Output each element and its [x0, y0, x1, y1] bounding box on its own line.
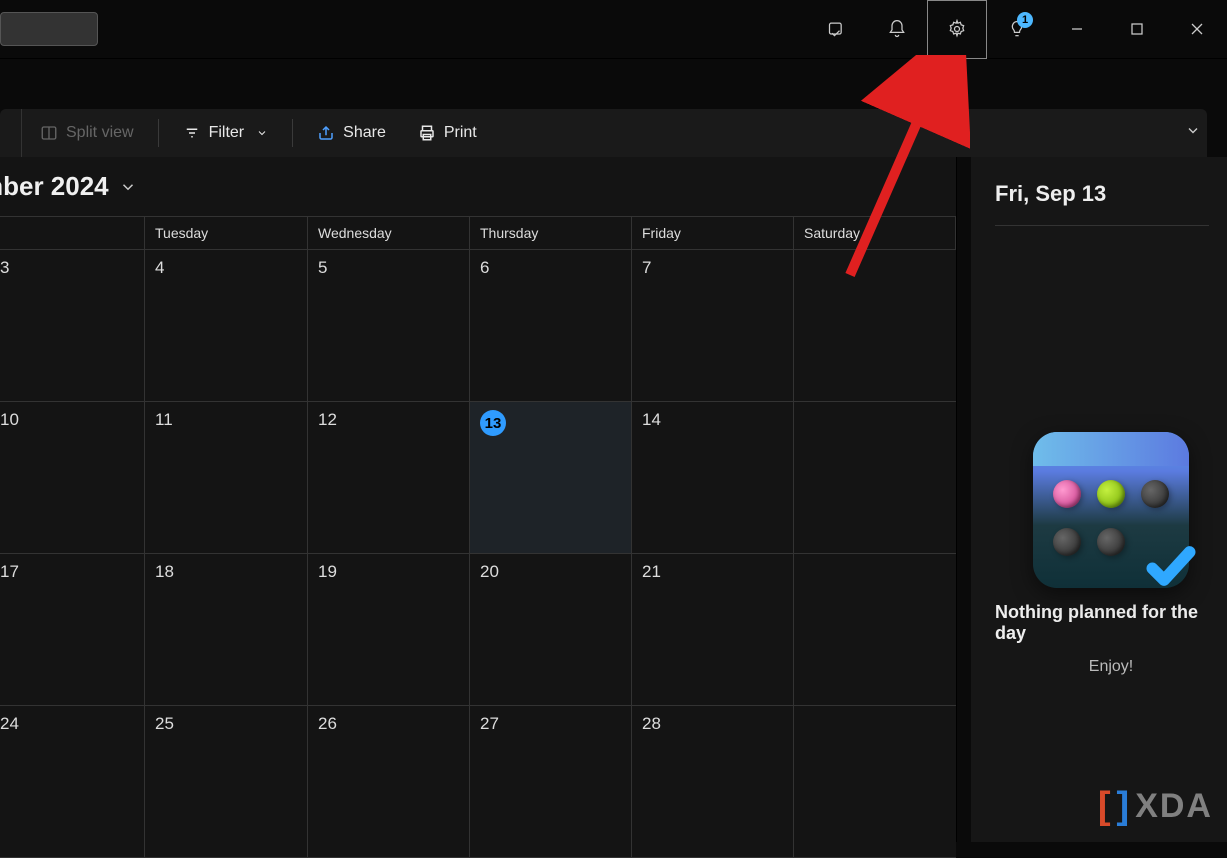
chevron-down-icon — [256, 127, 268, 139]
day-cell[interactable]: 18 — [145, 554, 308, 706]
day-cell[interactable]: 28 — [632, 706, 794, 858]
check-icon — [1143, 538, 1199, 594]
day-cell[interactable] — [794, 706, 956, 858]
agenda-panel: Fri, Sep 13 Nothing planned for the day … — [971, 157, 1227, 842]
day-cell[interactable]: 3 — [0, 250, 145, 402]
day-cell[interactable]: 4 — [145, 250, 308, 402]
day-cell[interactable]: 14 — [632, 402, 794, 554]
day-cell[interactable]: 25 — [145, 706, 308, 858]
share-label: Share — [343, 124, 386, 142]
day-cell-today[interactable]: 13 — [470, 402, 632, 554]
day-name: Saturday — [794, 217, 956, 249]
separator — [158, 119, 159, 147]
empty-illustration — [1033, 432, 1189, 588]
day-cell[interactable]: 5 — [308, 250, 470, 402]
day-cell[interactable]: 27 — [470, 706, 632, 858]
day-cell[interactable]: 17 — [0, 554, 145, 706]
calendar-header: mber 2024 — [0, 157, 956, 216]
settings-icon[interactable] — [927, 0, 987, 59]
day-name: Friday — [632, 217, 794, 249]
agenda-empty-state: Nothing planned for the day Enjoy! — [995, 266, 1227, 842]
day-cell[interactable]: 26 — [308, 706, 470, 858]
title-bar: 1 — [0, 0, 1227, 59]
main-area: mber 2024 Tuesday Wednesday Thursday Fri… — [0, 157, 1227, 842]
search-box[interactable] — [0, 12, 98, 46]
day-cell[interactable] — [794, 250, 956, 402]
tips-badge: 1 — [1017, 12, 1033, 28]
day-cell[interactable]: 10 — [0, 402, 145, 554]
filter-button[interactable]: Filter — [169, 118, 283, 148]
toolbar-collapse-icon[interactable] — [1185, 123, 1201, 144]
toolbar: Split view Filter Share Print — [0, 109, 1207, 157]
day-cell[interactable]: 20 — [470, 554, 632, 706]
empty-title: Nothing planned for the day — [995, 602, 1227, 644]
day-cell[interactable] — [794, 554, 956, 706]
watermark: []XDA — [1098, 785, 1213, 828]
share-button[interactable]: Share — [303, 118, 400, 148]
tips-icon[interactable]: 1 — [987, 0, 1047, 59]
chevron-down-icon[interactable] — [119, 178, 137, 196]
split-view-button[interactable]: Split view — [26, 118, 148, 148]
minimize-button[interactable] — [1047, 0, 1107, 59]
day-name: Wednesday — [308, 217, 470, 249]
empty-subtitle: Enjoy! — [1089, 658, 1133, 676]
notifications-icon[interactable] — [867, 0, 927, 59]
day-cell[interactable]: 24 — [0, 706, 145, 858]
title-bar-icons: 1 — [807, 0, 1227, 58]
day-name — [0, 217, 145, 249]
print-button[interactable]: Print — [404, 118, 491, 148]
print-label: Print — [444, 124, 477, 142]
day-cell[interactable]: 12 — [308, 402, 470, 554]
agenda-date: Fri, Sep 13 — [995, 181, 1209, 226]
day-cell[interactable]: 21 — [632, 554, 794, 706]
day-name: Tuesday — [145, 217, 308, 249]
day-cell[interactable]: 19 — [308, 554, 470, 706]
day-cell[interactable]: 11 — [145, 402, 308, 554]
meet-now-icon[interactable] — [807, 0, 867, 59]
month-title[interactable]: mber 2024 — [0, 171, 109, 202]
separator — [292, 119, 293, 147]
filter-label: Filter — [209, 124, 245, 142]
close-button[interactable] — [1167, 0, 1227, 59]
split-view-label: Split view — [66, 124, 134, 142]
day-cell[interactable] — [794, 402, 956, 554]
day-name: Thursday — [470, 217, 632, 249]
day-cell[interactable]: 6 — [470, 250, 632, 402]
calendar-grid: 3 4 5 6 7 10 11 12 13 14 17 18 19 20 21 … — [0, 250, 956, 858]
day-names-row: Tuesday Wednesday Thursday Friday Saturd… — [0, 216, 956, 250]
day-cell[interactable]: 7 — [632, 250, 794, 402]
maximize-button[interactable] — [1107, 0, 1167, 59]
toolbar-edge — [8, 109, 22, 157]
calendar-panel: mber 2024 Tuesday Wednesday Thursday Fri… — [0, 157, 957, 842]
